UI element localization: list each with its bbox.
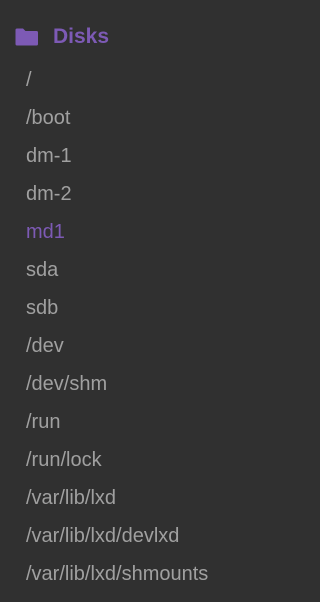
disk-item[interactable]: /dev xyxy=(0,327,294,365)
disk-item[interactable]: / xyxy=(0,61,294,99)
disks-section-title: Disks xyxy=(53,25,110,48)
folder-icon xyxy=(14,28,39,46)
disk-item[interactable]: /run/lock xyxy=(0,441,294,479)
disk-item[interactable]: sda xyxy=(0,251,294,289)
disks-section-header[interactable]: Disks xyxy=(14,22,109,52)
disk-item[interactable]: /dev/shm xyxy=(0,365,294,403)
disks-panel: Disks / /boot dm-1 dm-2 md1 sda sdb /dev… xyxy=(0,0,294,602)
disk-list: / /boot dm-1 dm-2 md1 sda sdb /dev /dev/… xyxy=(0,61,294,593)
disk-item[interactable]: dm-1 xyxy=(0,137,294,175)
disk-item[interactable]: /boot xyxy=(0,99,294,137)
disk-item[interactable]: /run xyxy=(0,403,294,441)
disk-item[interactable]: dm-2 xyxy=(0,175,294,213)
disk-item[interactable]: /var/lib/lxd xyxy=(0,479,294,517)
disk-item-selected[interactable]: md1 xyxy=(0,213,294,251)
disk-item[interactable]: sdb xyxy=(0,289,294,327)
disk-item[interactable]: /var/lib/lxd/shmounts xyxy=(0,555,294,593)
disk-item[interactable]: /var/lib/lxd/devlxd xyxy=(0,517,294,555)
